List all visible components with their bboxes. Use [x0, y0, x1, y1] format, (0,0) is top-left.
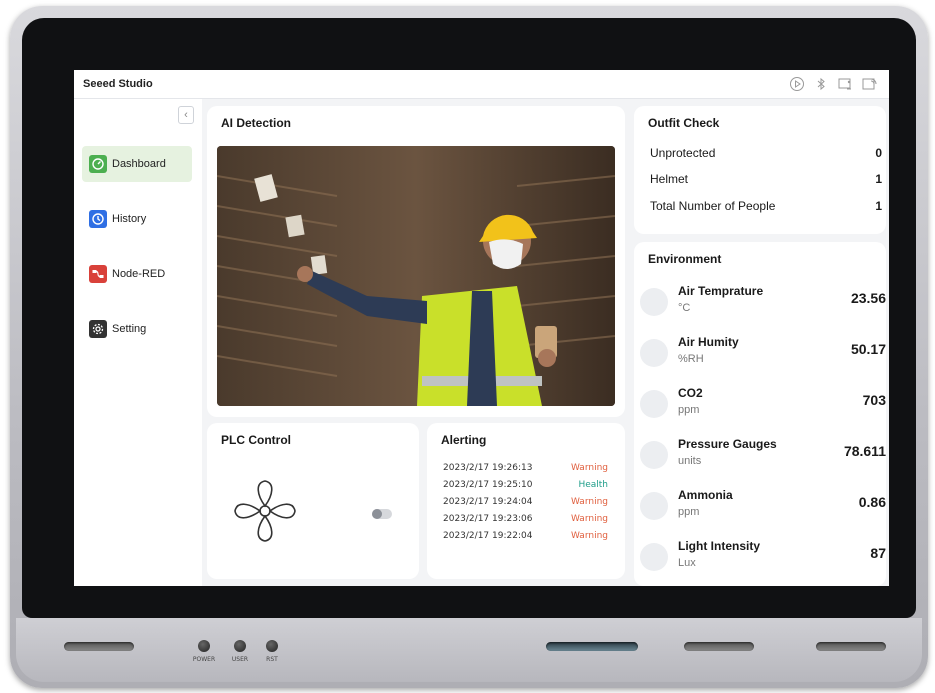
- sensor-icon: [640, 390, 668, 418]
- env-unit: °C: [678, 302, 691, 314]
- alert-status: Warning: [570, 531, 608, 541]
- power-button[interactable]: [198, 640, 210, 652]
- env-row-air-temperature: Air Temprature °C 23.56: [634, 278, 889, 324]
- env-name: Air Humity: [678, 335, 739, 349]
- outfit-value: 1: [875, 172, 882, 186]
- sidebar-item-node-red[interactable]: Node-RED: [82, 256, 192, 292]
- env-row-light: Light Intensity Lux 87: [634, 533, 889, 579]
- user-button-label: USER: [231, 656, 249, 663]
- alerting-card: Alerting 2023/2/17 19:26:13 Warning 2023…: [427, 423, 625, 579]
- signal-icon[interactable]: [861, 76, 877, 92]
- fan-icon: [227, 473, 303, 549]
- ai-detection-title: AI Detection: [221, 116, 292, 130]
- reset-button-label: RST: [266, 656, 278, 663]
- env-name: Air Temprature: [678, 284, 764, 298]
- alerting-title: Alerting: [441, 433, 487, 447]
- env-name: Ammonia: [678, 488, 733, 502]
- alert-time: 2023/2/17 19:22:04: [443, 531, 533, 541]
- env-value: 0.86: [858, 494, 886, 510]
- top-bar: Seeed Studio: [74, 70, 889, 99]
- env-unit: ppm: [678, 506, 700, 518]
- env-unit: Lux: [678, 557, 696, 569]
- environment-card: Environment Air Temprature °C 23.56 Air …: [634, 242, 886, 586]
- environment-title: Environment: [648, 252, 722, 266]
- device-chin: POWER USER RST: [16, 618, 922, 682]
- user-button[interactable]: [234, 640, 246, 652]
- collapse-sidebar-button[interactable]: ‹: [178, 106, 194, 124]
- env-value: 50.17: [850, 341, 886, 357]
- speaker-grille-mid: [684, 642, 754, 651]
- sensor-icon: [640, 339, 668, 367]
- wifi-screen-icon[interactable]: [837, 76, 853, 92]
- dashboard-icon: [89, 155, 107, 173]
- alert-time: 2023/2/17 19:23:06: [443, 514, 533, 524]
- chevron-left-icon: ‹: [184, 109, 188, 121]
- alert-time: 2023/2/17 19:25:10: [443, 480, 533, 490]
- reset-button[interactable]: [266, 640, 278, 652]
- alert-time: 2023/2/17 19:24:04: [443, 497, 533, 507]
- node-red-icon: [89, 265, 107, 283]
- env-name: CO2: [678, 386, 703, 400]
- sidebar-item-label: Setting: [112, 323, 147, 335]
- outfit-value: 0: [875, 146, 882, 160]
- env-unit: ppm: [678, 404, 700, 416]
- sidebar-item-dashboard[interactable]: Dashboard: [82, 146, 192, 182]
- outfit-value: 1: [875, 199, 882, 213]
- env-value: 703: [862, 392, 886, 408]
- env-row-pressure: Pressure Gauges units 78.611: [634, 431, 889, 477]
- gear-icon: [89, 320, 107, 338]
- app-screen: Seeed Studio ‹ Dashboard History Node-RE…: [74, 70, 889, 586]
- outfit-label: Helmet: [650, 172, 689, 186]
- env-value: 23.56: [850, 290, 886, 306]
- env-name: Light Intensity: [678, 539, 760, 553]
- env-row-ammonia: Ammonia ppm 0.86: [634, 482, 889, 528]
- camera-feed-image: [217, 146, 615, 406]
- play-icon[interactable]: [789, 76, 805, 92]
- brand-title: Seeed Studio: [83, 78, 153, 90]
- alert-time: 2023/2/17 19:26:13: [443, 463, 533, 473]
- toggle-knob: [372, 509, 382, 519]
- plc-control-title: PLC Control: [221, 433, 291, 447]
- alert-status: Warning: [570, 514, 608, 524]
- env-value: 87: [870, 545, 886, 561]
- status-icons: [789, 76, 877, 92]
- alert-status: Health: [578, 480, 608, 490]
- env-name: Pressure Gauges: [678, 437, 777, 451]
- fan-toggle-switch[interactable]: [372, 509, 392, 519]
- sensor-icon: [640, 288, 668, 316]
- sidebar-item-label: Dashboard: [112, 158, 166, 170]
- sidebar: ‹ Dashboard History Node-RED Setting: [74, 99, 202, 586]
- speaker-grille-left: [64, 642, 134, 651]
- power-button-label: POWER: [192, 656, 216, 663]
- history-icon: [89, 210, 107, 228]
- sensor-icon: [640, 492, 668, 520]
- outfit-label: Total Number of People: [650, 199, 776, 213]
- sensor-icon: [640, 441, 668, 469]
- env-row-air-humidity: Air Humity %RH 50.17: [634, 329, 889, 375]
- sensor-icon: [640, 543, 668, 571]
- outfit-check-title: Outfit Check: [648, 116, 720, 130]
- alert-status: Warning: [570, 463, 608, 473]
- device-frame: POWER USER RST Seeed Studio ‹ Dashboard …: [10, 6, 928, 688]
- plc-control-card: PLC Control: [207, 423, 419, 579]
- indicator-slot: [546, 642, 638, 651]
- bluetooth-icon[interactable]: [813, 76, 829, 92]
- env-unit: %RH: [678, 353, 704, 365]
- outfit-label: Unprotected: [650, 146, 716, 160]
- alert-status: Warning: [570, 497, 608, 507]
- sidebar-item-label: History: [112, 213, 147, 225]
- env-row-co2: CO2 ppm 703: [634, 380, 889, 426]
- sidebar-item-label: Node-RED: [112, 268, 166, 280]
- sidebar-item-setting[interactable]: Setting: [82, 311, 192, 347]
- env-unit: units: [678, 455, 702, 467]
- env-value: 78.611: [843, 443, 886, 459]
- sidebar-item-history[interactable]: History: [82, 201, 192, 237]
- speaker-grille-right: [816, 642, 886, 651]
- outfit-check-card: Outfit Check Unprotected 0 Helmet 1 Tota…: [634, 106, 886, 234]
- ai-detection-card: AI Detection: [207, 106, 625, 417]
